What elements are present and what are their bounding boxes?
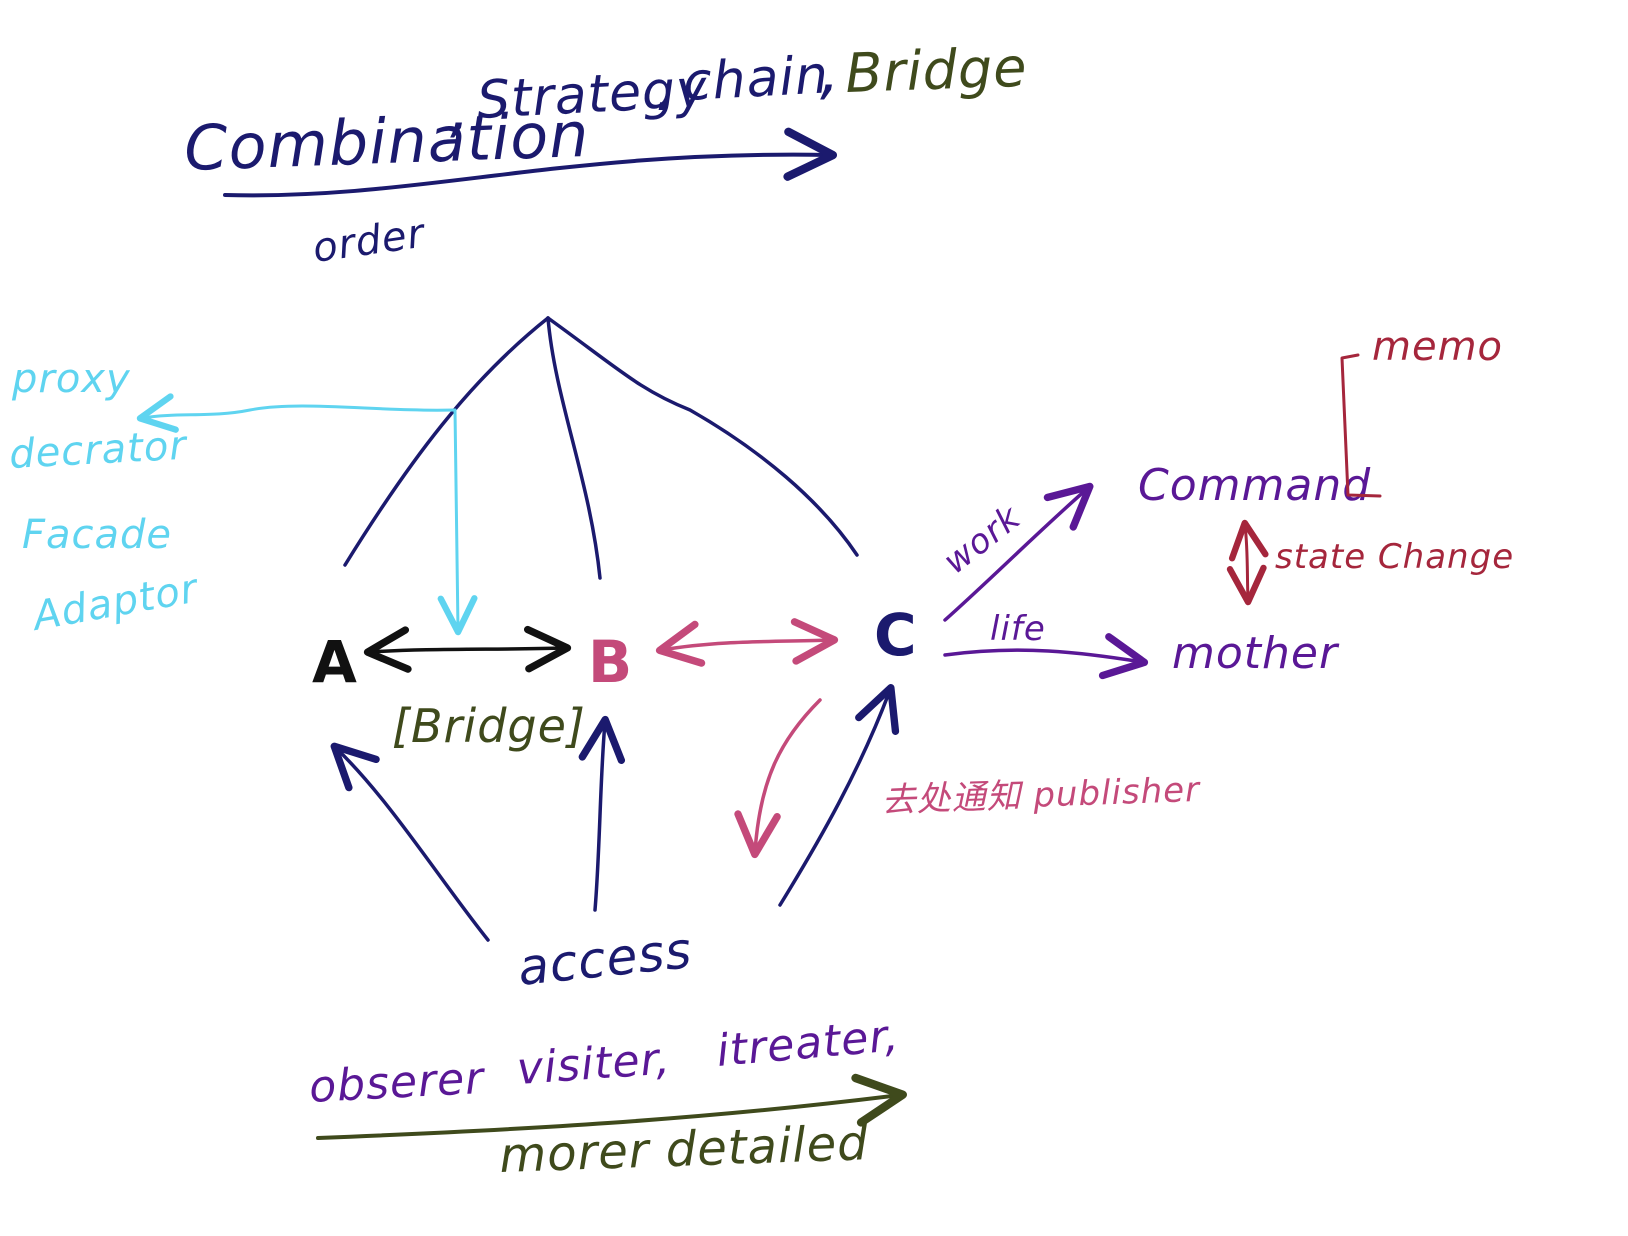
footer-observer: obserer (308, 1053, 487, 1113)
node-a: A (312, 628, 357, 696)
structural-proxy: proxy (11, 356, 131, 402)
structural-to-b-arrow (437, 408, 478, 636)
footer-group: obserer visiter, itreater, morer detaile… (308, 1010, 907, 1184)
footer-iterator: itreater, (715, 1010, 902, 1077)
structural-facade: Facade (22, 512, 172, 558)
header-bridge: Bridge (844, 36, 1028, 105)
publisher-arrow (734, 698, 822, 859)
header-sep-3: , (820, 34, 841, 107)
structural-adaptor: Adaptor (27, 565, 203, 640)
header-group: Combination , Strategy . chain , Bridge … (183, 34, 1028, 272)
design-patterns-diagram: Combination , Strategy . chain , Bridge … (8, 34, 1514, 1184)
state-change-arrow (1226, 519, 1269, 606)
structural-decorator: decrator (8, 423, 189, 478)
apex-to-b-line (546, 316, 602, 580)
access-to-a-arrow (330, 742, 490, 942)
order-label: order (310, 210, 429, 271)
publisher-label: 去处通知 publisher (881, 770, 1202, 821)
structural-group: proxy decrator Facade Adaptor (8, 356, 478, 640)
access-to-c-arrow (778, 684, 900, 907)
state-change-label: state Change (1275, 537, 1514, 577)
bridge-bracket-label: [Bridge] (392, 699, 586, 753)
tree-lines (343, 316, 859, 580)
node-c: C (874, 601, 917, 669)
access-to-b-arrow (578, 715, 626, 912)
memo-label: memo (1372, 324, 1503, 370)
apex-to-a-line (343, 316, 550, 567)
a-b-bridge-arrow (363, 625, 572, 673)
header-sep-1: , (450, 72, 471, 145)
access-label: access (515, 921, 695, 997)
work-label: work (936, 497, 1029, 582)
c-to-mother-arrow (943, 633, 1149, 680)
header-sep-2: . (655, 52, 676, 125)
behavior-group: work life Command mother memo state Chan… (734, 324, 1514, 859)
footer-visitor: visiter, (515, 1033, 672, 1095)
structural-connector-line (136, 393, 457, 433)
life-label: life (990, 609, 1046, 649)
nodes: A B C (312, 601, 917, 696)
header-chain: chain (682, 45, 831, 113)
more-detailed-label: morer detailed (498, 1115, 869, 1184)
mother-label: mother (1172, 628, 1340, 679)
b-c-arrow (655, 618, 839, 667)
node-b: B (588, 628, 632, 696)
apex-to-c-line (546, 316, 859, 557)
command-label: Command (1138, 460, 1371, 511)
